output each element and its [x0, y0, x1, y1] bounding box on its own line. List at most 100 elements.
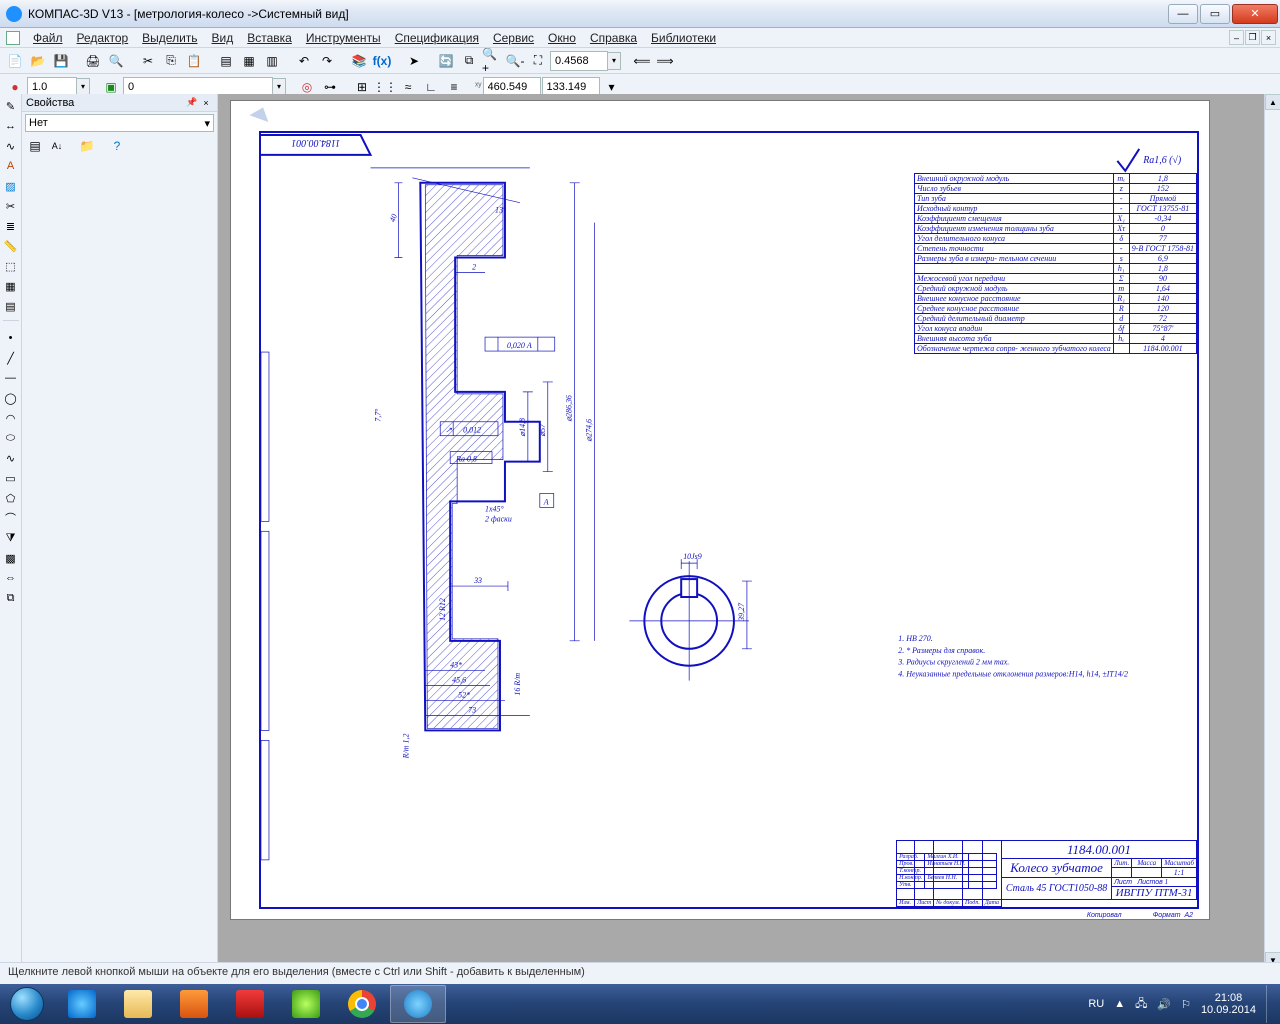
task-icq[interactable]: [278, 985, 334, 1023]
minimize-button[interactable]: —: [1168, 4, 1198, 24]
mdi-minimize[interactable]: –: [1229, 30, 1244, 45]
menu-libs[interactable]: Библиотеки: [644, 29, 723, 47]
paste-icon[interactable]: 📋: [183, 50, 205, 72]
menu-insert[interactable]: Вставка: [240, 29, 299, 47]
svg-text:⌀274,6: ⌀274,6: [585, 419, 594, 442]
folder-icon[interactable]: 📁: [77, 136, 97, 156]
menu-editor[interactable]: Редактор: [70, 29, 136, 47]
close-button[interactable]: ✕: [1232, 4, 1278, 24]
arc-icon[interactable]: ◠: [2, 409, 20, 427]
menu-window[interactable]: Окно: [541, 29, 583, 47]
zoom-value-input[interactable]: [550, 51, 608, 71]
scale-dd-icon[interactable]: ▾: [77, 78, 90, 96]
meas-icon[interactable]: 📏: [2, 237, 20, 255]
svg-text:3. Радиусы скруглений 2 мм max: 3. Радиусы скруглений 2 мм max.: [897, 658, 1009, 667]
start-button[interactable]: [0, 984, 54, 1024]
pan-prev-icon[interactable]: ⟸: [631, 50, 653, 72]
menu-view[interactable]: Вид: [205, 29, 241, 47]
tray-flag-icon[interactable]: ▲: [1114, 998, 1125, 1010]
tree-icon[interactable]: ▥: [261, 50, 283, 72]
spline-icon[interactable]: ∿: [2, 449, 20, 467]
chamfer-icon[interactable]: ⧩: [2, 529, 20, 547]
refresh-icon[interactable]: 🔄: [435, 50, 457, 72]
rect-icon[interactable]: ▭: [2, 469, 20, 487]
collect-icon[interactable]: ⧉: [2, 589, 20, 607]
tray-sound-icon[interactable]: 🔊: [1157, 998, 1171, 1011]
hatchfill-icon[interactable]: ▩: [2, 549, 20, 567]
offset-icon[interactable]: ⇔: [2, 569, 20, 587]
layer-dd-icon[interactable]: ▾: [273, 78, 286, 96]
svg-text:2 фаски: 2 фаски: [485, 514, 512, 523]
layers-icon[interactable]: ▦: [238, 50, 260, 72]
ellipse-icon[interactable]: ⬭: [2, 429, 20, 447]
az-icon[interactable]: A↓: [47, 136, 67, 156]
task-ie[interactable]: [54, 985, 110, 1023]
redo-icon[interactable]: ↷: [316, 50, 338, 72]
help-icon[interactable]: ?: [107, 136, 127, 156]
maximize-button[interactable]: ▭: [1200, 4, 1230, 24]
edit-icon[interactable]: ✂: [2, 197, 20, 215]
fillet-icon[interactable]: ⌒: [2, 509, 20, 527]
svg-text:40: 40: [388, 213, 399, 224]
vars-icon[interactable]: f(x): [371, 50, 393, 72]
geom-icon[interactable]: ✎: [2, 97, 20, 115]
task-reader[interactable]: [222, 985, 278, 1023]
panel-close-icon[interactable]: ×: [199, 96, 213, 110]
circle-icon[interactable]: ◯: [2, 389, 20, 407]
drawing-viewport[interactable]: 1184.00.001 13° 40 2 0,020 А ↗ 0,012 Ra …: [218, 94, 1264, 968]
mdi-close[interactable]: ×: [1261, 30, 1276, 45]
tray-clock[interactable]: 21:0810.09.2014: [1201, 992, 1256, 1016]
mdi-restore[interactable]: ❐: [1245, 30, 1260, 45]
open-icon[interactable]: 📂: [27, 50, 49, 72]
task-kompas[interactable]: [390, 985, 446, 1023]
scroll-up-icon[interactable]: ▲: [1265, 94, 1280, 110]
new-doc-icon[interactable]: 📄: [4, 50, 26, 72]
pan-next-icon[interactable]: ⟹: [654, 50, 676, 72]
zoom-out-icon[interactable]: 🔍-: [504, 50, 526, 72]
zoom-dd-icon[interactable]: ▾: [608, 52, 621, 70]
copy-icon[interactable]: ⎘: [160, 50, 182, 72]
menu-spec[interactable]: Спецификация: [388, 29, 486, 47]
zoom-fit-icon[interactable]: ⛶: [527, 50, 549, 72]
print-icon[interactable]: 🖨: [82, 50, 104, 72]
task-media[interactable]: [166, 985, 222, 1023]
reports-icon[interactable]: ▤: [2, 297, 20, 315]
task-explorer[interactable]: [110, 985, 166, 1023]
tray-lang[interactable]: RU: [1088, 998, 1104, 1010]
filter-combo[interactable]: Нет▾: [25, 114, 214, 132]
props-icon[interactable]: ▤: [215, 50, 237, 72]
svg-text:16 R/m: 16 R/m: [513, 673, 522, 696]
tray-net-icon[interactable]: 🖧: [1135, 995, 1147, 1014]
seg-icon[interactable]: —: [2, 369, 20, 387]
preview-icon[interactable]: 🔍: [105, 50, 127, 72]
dim-icon[interactable]: ↔: [2, 117, 20, 135]
pin-icon[interactable]: 📌: [185, 96, 199, 110]
params-icon[interactable]: ≣: [2, 217, 20, 235]
cat-icon[interactable]: ▤: [25, 136, 45, 156]
menu-help[interactable]: Справка: [583, 29, 644, 47]
zoom-in-icon[interactable]: 🔍+: [481, 50, 503, 72]
menu-select[interactable]: Выделить: [135, 29, 204, 47]
show-desktop-button[interactable]: [1266, 985, 1274, 1023]
menu-tools[interactable]: Инструменты: [299, 29, 388, 47]
poly-icon[interactable]: ⬠: [2, 489, 20, 507]
menu-file[interactable]: Файл: [26, 29, 70, 47]
lib-icon[interactable]: 📚: [348, 50, 370, 72]
line-icon[interactable]: ╱: [2, 349, 20, 367]
symbol-icon[interactable]: ∿: [2, 137, 20, 155]
point-icon[interactable]: •: [2, 329, 20, 347]
cut-icon[interactable]: ✂: [137, 50, 159, 72]
select-icon[interactable]: ⬚: [2, 257, 20, 275]
scrollbar-vertical[interactable]: ▲ ▼: [1264, 94, 1280, 968]
spec-icon[interactable]: ▦: [2, 277, 20, 295]
hatch-icon[interactable]: ▨: [2, 177, 20, 195]
task-chrome[interactable]: [334, 985, 390, 1023]
zoom-window-icon[interactable]: ⧉: [458, 50, 480, 72]
save-icon[interactable]: 💾: [50, 50, 72, 72]
document-icon[interactable]: [6, 31, 20, 45]
pointer-icon[interactable]: ➤: [403, 50, 425, 72]
text-icon[interactable]: A: [2, 157, 20, 175]
undo-icon[interactable]: ↶: [293, 50, 315, 72]
tray-action-icon[interactable]: ⚐: [1181, 998, 1191, 1011]
menu-service[interactable]: Сервис: [486, 29, 541, 47]
